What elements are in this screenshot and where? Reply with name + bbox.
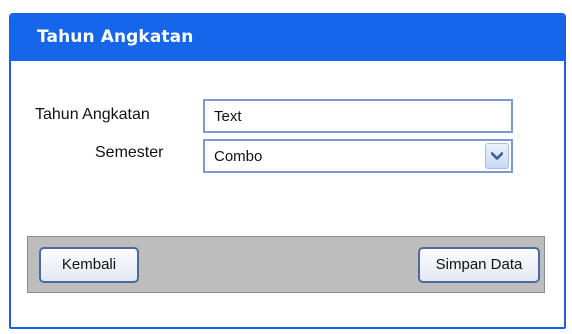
save-button[interactable]: Simpan Data [418, 247, 540, 283]
back-button[interactable]: Kembali [39, 247, 139, 283]
semester-value: Combo [214, 148, 263, 165]
semester-select[interactable]: Combo [203, 139, 513, 173]
tahun-angkatan-value: Text [214, 108, 242, 125]
chevron-down-icon [491, 152, 503, 160]
button-bar: Kembali Simpan Data [27, 236, 545, 293]
tahun-angkatan-label: Tahun Angkatan [35, 106, 150, 123]
title-bar: Tahun Angkatan [11, 15, 564, 61]
window-title: Tahun Angkatan [37, 27, 194, 47]
semester-dropdown-button[interactable] [485, 143, 509, 169]
semester-label: Semester [95, 144, 164, 161]
tahun-angkatan-input[interactable]: Text [203, 99, 513, 133]
dialog-window: Tahun Angkatan Tahun Angkatan Text Semes… [9, 13, 566, 329]
